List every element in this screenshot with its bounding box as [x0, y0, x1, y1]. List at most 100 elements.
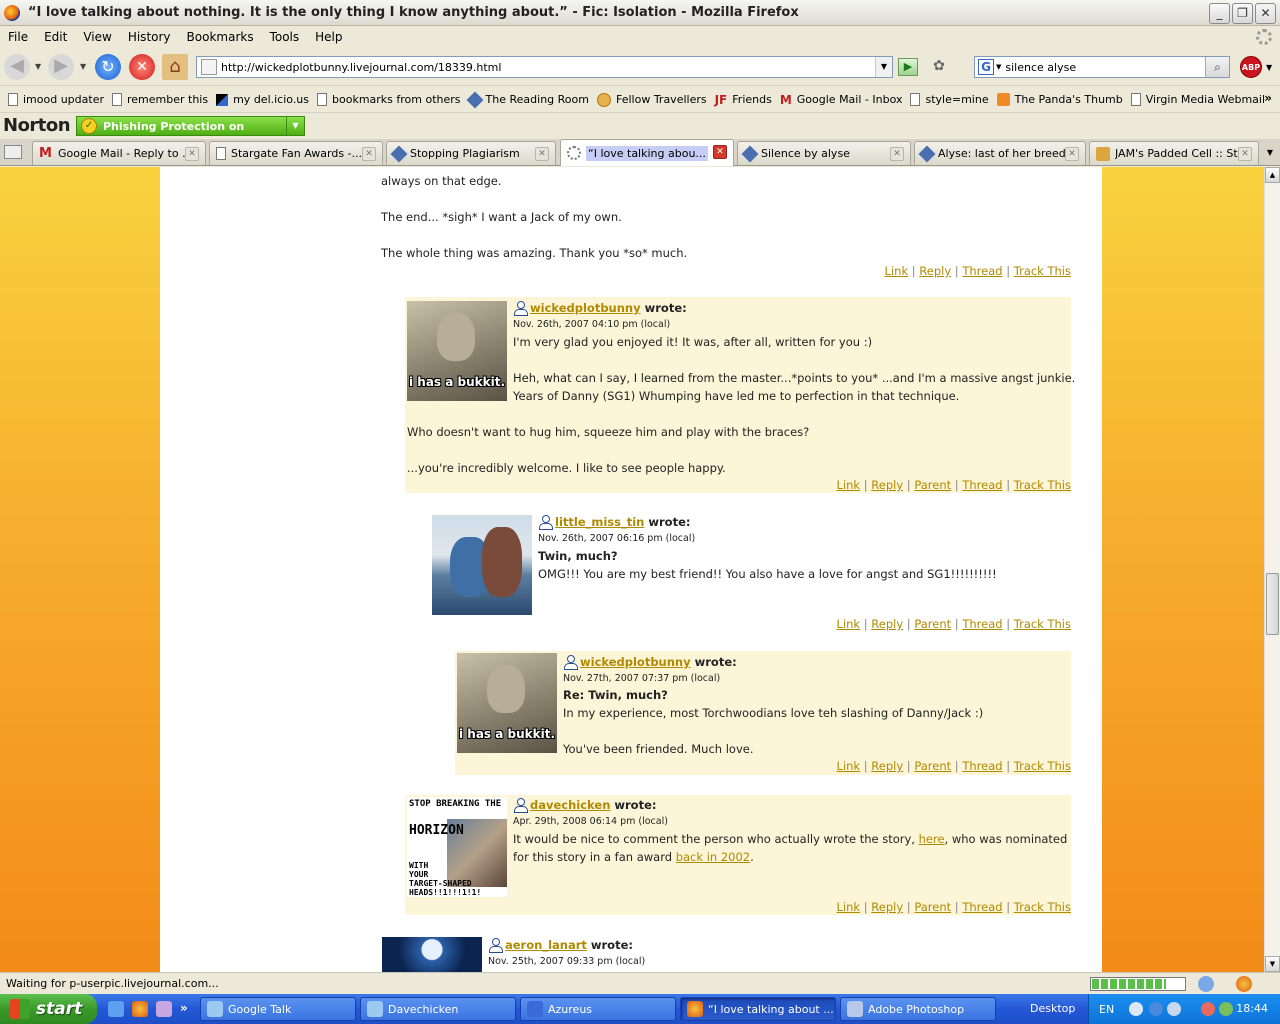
stop-button[interactable]: ✕	[129, 54, 155, 80]
scroll-down-arrow-icon[interactable]: ▼	[1265, 956, 1280, 972]
maximize-button[interactable]: ❐	[1232, 3, 1253, 24]
taskbar-firefox[interactable]: “I love talking about ...	[680, 997, 836, 1021]
link-link[interactable]: Link	[837, 478, 861, 492]
taskbar-google-talk[interactable]: Google Talk	[200, 997, 356, 1021]
start-button[interactable]: start	[0, 994, 97, 1024]
tab-close-icon[interactable]: ✕	[713, 145, 727, 159]
user-icon[interactable]	[513, 798, 528, 813]
adblock-dropdown[interactable]: ▼	[1266, 63, 1272, 72]
taskbar-davechicken[interactable]: Davechicken	[360, 997, 516, 1021]
tab-stopping-plagiarism[interactable]: Stopping Plagiarism ✕	[386, 141, 556, 165]
extension-icon[interactable]: ✿	[930, 58, 948, 76]
taskbar-azureus[interactable]: Azureus	[520, 997, 676, 1021]
ie-quicklaunch-icon[interactable]	[108, 1001, 124, 1017]
parent-link[interactable]: Parent	[914, 617, 951, 631]
home-button[interactable]: ⌂	[162, 54, 188, 80]
status-sync-icon[interactable]	[1198, 976, 1214, 992]
user-icon[interactable]	[563, 655, 578, 670]
reply-link[interactable]: Reply	[871, 617, 903, 631]
bookmark-imood-updater[interactable]: imood updater	[8, 93, 104, 106]
bookmark-bookmarks-from-others[interactable]: bookmarks from others	[317, 93, 461, 106]
taskbar-photoshop[interactable]: Adobe Photoshop	[840, 997, 996, 1021]
menu-help[interactable]: Help	[307, 30, 350, 44]
reply-link[interactable]: Reply	[871, 900, 903, 914]
parent-link[interactable]: Parent	[914, 478, 951, 492]
track-this-link[interactable]: Track This	[1014, 478, 1071, 492]
forward-history-dropdown[interactable]: ▼	[80, 62, 86, 71]
go-button[interactable]: ▶	[898, 58, 918, 76]
tab-close-icon[interactable]: ✕	[1065, 147, 1079, 161]
forward-button[interactable]: ▶	[48, 54, 74, 80]
tab-alyse-last-of-her-breed[interactable]: Alyse: last of her breed ✕	[914, 141, 1086, 165]
tab-close-icon[interactable]: ✕	[1238, 147, 1252, 161]
minimize-button[interactable]: _	[1209, 3, 1230, 24]
track-this-link[interactable]: Track This	[1014, 617, 1071, 631]
thread-link[interactable]: Thread	[962, 900, 1002, 914]
bookmark-virgin-media[interactable]: Virgin Media Webmail	[1130, 93, 1265, 106]
tray-app-icon[interactable]	[1149, 1002, 1163, 1016]
username-link[interactable]: little_miss_tin	[555, 515, 644, 529]
tab-google-mail[interactable]: M Google Mail - Reply to ... ✕	[32, 141, 206, 165]
search-engine-dropdown[interactable]: ▼	[996, 63, 1001, 71]
link-link[interactable]: Link	[837, 759, 861, 773]
phishing-protection-button[interactable]: ✓ Phishing Protection on ▼	[76, 116, 305, 136]
search-engine-icon[interactable]: G	[978, 59, 994, 75]
tray-security-icon[interactable]	[1219, 1002, 1233, 1016]
reply-link[interactable]: Reply	[871, 759, 903, 773]
menu-view[interactable]: View	[75, 30, 119, 44]
track-this-link[interactable]: Track This	[1014, 264, 1071, 278]
username-link[interactable]: davechicken	[530, 798, 610, 812]
search-button[interactable]: ⌕	[1205, 57, 1229, 77]
app-quicklaunch-icon[interactable]	[156, 1001, 172, 1017]
bookmark-delicious[interactable]: my del.icio.us	[216, 93, 309, 106]
user-icon[interactable]	[538, 515, 553, 530]
tab-i-love-talking[interactable]: “I love talking abou... ✕	[560, 139, 734, 166]
tray-arrow-icon[interactable]	[1129, 1002, 1143, 1016]
bookmark-pandas-thumb[interactable]: The Panda's Thumb	[996, 93, 1123, 106]
user-icon[interactable]	[513, 301, 528, 316]
tab-silence-by-alyse[interactable]: Silence by alyse ✕	[737, 141, 911, 165]
vertical-scrollbar[interactable]: ▲ ▼	[1264, 167, 1280, 972]
url-bar[interactable]: http://wickedplotbunny.livejournal.com/1…	[196, 56, 893, 78]
menu-history[interactable]: History	[120, 30, 179, 44]
link-link[interactable]: Link	[885, 264, 909, 278]
desktop-toolbar-label[interactable]: Desktop	[1030, 1002, 1075, 1015]
tab-close-icon[interactable]: ✕	[185, 147, 199, 161]
link-link[interactable]: Link	[837, 617, 861, 631]
track-this-link[interactable]: Track This	[1014, 759, 1071, 773]
bookmark-fellow-travellers[interactable]: Fellow Travellers	[596, 92, 707, 107]
more-bookmarks-chevron-icon[interactable]: »	[1264, 91, 1272, 105]
menu-bookmarks[interactable]: Bookmarks	[179, 30, 262, 44]
tab-close-icon[interactable]: ✕	[362, 147, 376, 161]
tab-list-chevron-down-icon[interactable]: ▼	[1262, 143, 1278, 163]
parent-link[interactable]: Parent	[914, 900, 951, 914]
link-link[interactable]: Link	[837, 900, 861, 914]
tray-mail-icon[interactable]	[1201, 1002, 1215, 1016]
menu-edit[interactable]: Edit	[36, 30, 75, 44]
reply-link[interactable]: Reply	[919, 264, 951, 278]
scrollbar-thumb[interactable]	[1266, 573, 1279, 635]
thread-link[interactable]: Thread	[962, 759, 1002, 773]
bookmark-friends[interactable]: JF Friends	[715, 93, 772, 107]
bookmark-reading-room[interactable]: The Reading Room	[466, 91, 589, 108]
tab-close-icon[interactable]: ✕	[890, 147, 904, 161]
bookmark-google-mail[interactable]: M Google Mail - Inbox	[780, 93, 903, 107]
phishing-dropdown[interactable]: ▼	[286, 117, 304, 135]
search-bar[interactable]: G ▼ silence alyse ⌕	[974, 56, 1230, 78]
here-link[interactable]: here	[919, 832, 945, 846]
back-history-dropdown[interactable]: ▼	[35, 62, 41, 71]
username-link[interactable]: aeron_lanart	[505, 938, 587, 952]
reload-button[interactable]: ↻	[95, 54, 121, 80]
url-dropdown-button[interactable]: ▼	[875, 57, 892, 77]
username-link[interactable]: wickedplotbunny	[530, 301, 641, 315]
search-input[interactable]: silence alyse	[1005, 61, 1076, 74]
user-icon[interactable]	[488, 938, 503, 953]
back-button[interactable]: ◀	[4, 54, 30, 80]
adblock-button[interactable]: ABP	[1240, 56, 1262, 78]
quicklaunch-chevron-icon[interactable]: »	[180, 1001, 192, 1017]
scroll-up-arrow-icon[interactable]: ▲	[1265, 167, 1280, 183]
bookmark-style-mine[interactable]: style=mine	[910, 93, 989, 106]
firefox-status-icon[interactable]	[1236, 976, 1252, 992]
firefox-quicklaunch-icon[interactable]	[132, 1001, 148, 1017]
back-in-2002-link[interactable]: back in 2002	[676, 850, 750, 864]
